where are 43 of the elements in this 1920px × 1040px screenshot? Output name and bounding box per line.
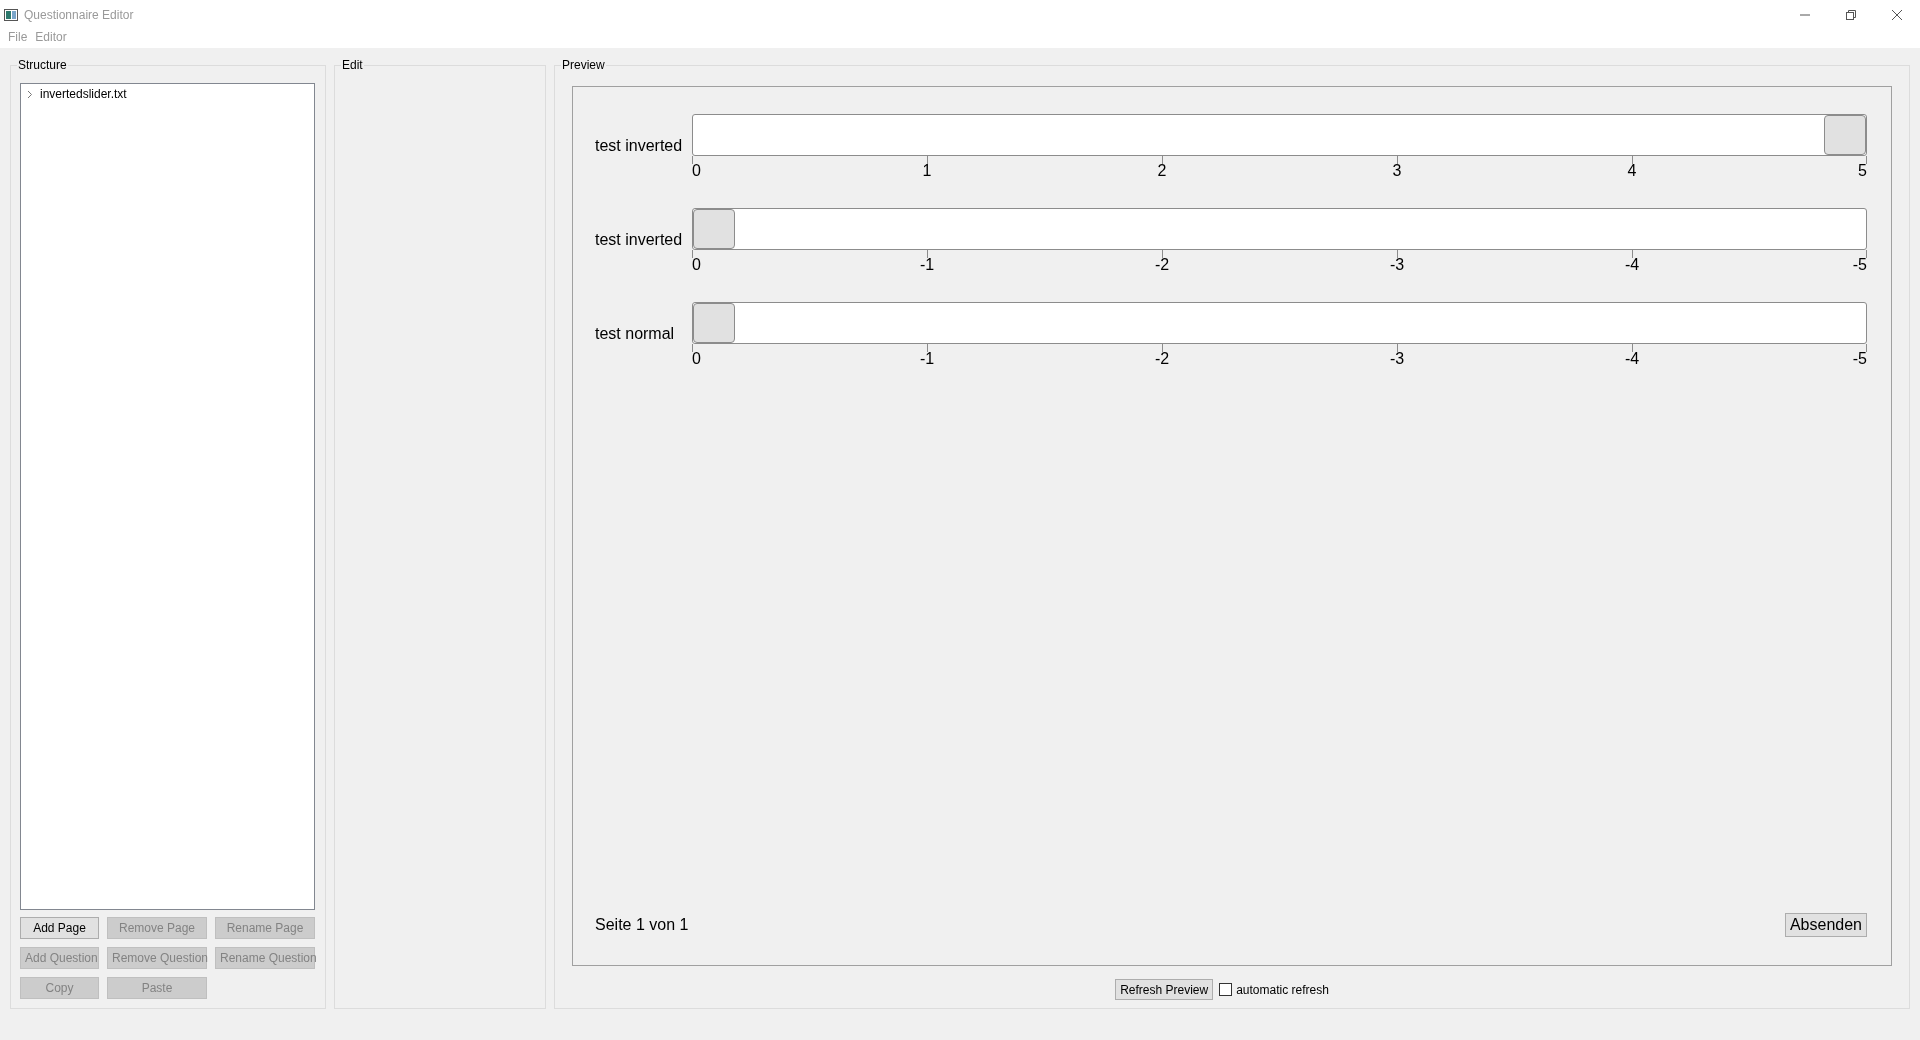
refresh-preview-button[interactable]: Refresh Preview [1115,979,1214,1000]
slider-handle[interactable] [693,303,735,343]
tick-label: 0 [692,162,701,180]
tree-item[interactable]: invertedslider.txt [40,87,127,101]
toolbar-button[interactable]: Add Page [20,917,99,939]
tick-label: -2 [1154,256,1170,274]
group-title: Edit [341,58,364,72]
slider-track[interactable] [692,114,1867,156]
tick-label: 0 [692,256,701,274]
tick-label: -1 [919,256,935,274]
checkbox[interactable] [1219,983,1233,996]
tick-label: 5 [1858,162,1867,180]
tick-label: -4 [1624,256,1640,274]
slider-label: test inverted [595,136,684,155]
tick-label: -5 [1852,350,1867,368]
menu-item[interactable]: Editor [31,30,71,46]
app-icon [4,9,18,21]
tick-label: -3 [1389,256,1405,274]
window-title: Questionnaire Editor [24,8,135,22]
slider-track[interactable] [692,302,1867,344]
slider-track[interactable] [692,208,1867,250]
expand-icon[interactable] [25,89,34,99]
tick-label: 0 [692,350,701,368]
menu-item[interactable]: File [4,30,32,46]
structure-tree[interactable]: invertedslider.txt [20,83,315,910]
tick-label: -2 [1154,350,1170,368]
group-title: Preview [561,58,606,72]
tick-label: 4 [1627,162,1637,180]
tick-label: -4 [1624,350,1640,368]
submit-button[interactable]: Absenden [1784,913,1867,937]
tick-label: 3 [1392,162,1402,180]
slider-label: test inverted [595,230,684,249]
tick-label: -3 [1389,350,1405,368]
tick-label: 1 [922,162,932,180]
page-indicator: Seite 1 von 1 [595,916,689,934]
slider-handle[interactable] [693,209,735,249]
tick-label: 2 [1157,162,1167,180]
slider-handle[interactable] [1824,115,1866,155]
slider-label: test normal [595,324,676,343]
tick-label: -5 [1852,256,1867,274]
tick-label: -1 [919,350,935,368]
checkbox-label[interactable]: automatic refresh [1236,982,1329,997]
group-title: Structure [17,58,68,72]
